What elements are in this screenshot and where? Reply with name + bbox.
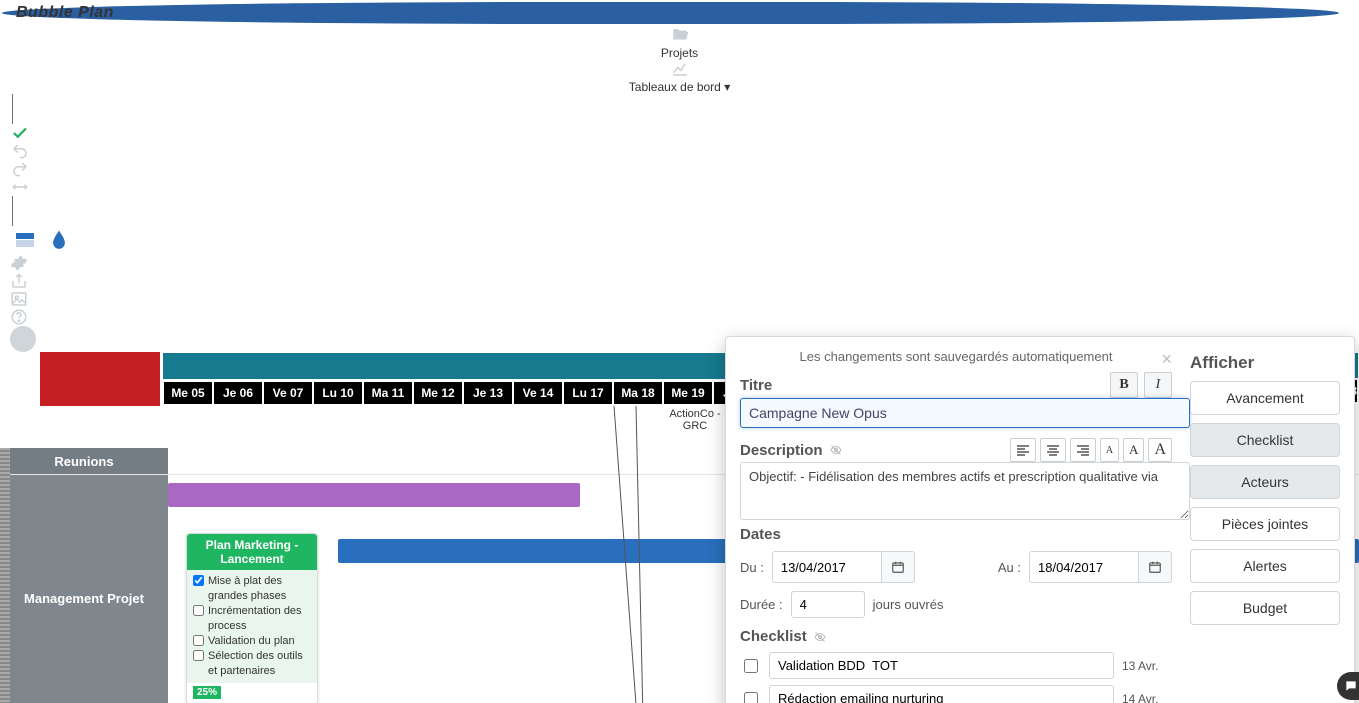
card-title: Plan Marketing - Lancement — [187, 534, 317, 570]
description-label: Description — [740, 442, 1004, 459]
topbar: Bubble Plan Projets Tableaux de bord ▾ — [0, 0, 1359, 352]
date-from-input[interactable] — [772, 551, 882, 583]
lane-reunions[interactable]: Reunions — [0, 448, 168, 474]
title-label: Titre — [740, 377, 1104, 394]
nav-projects[interactable]: Projets — [14, 26, 1345, 60]
title-input[interactable] — [740, 398, 1190, 428]
day-cell[interactable]: Lu 17 — [562, 380, 612, 406]
detail-panel: Les changements sont sauvegardés automat… — [725, 336, 1355, 703]
plan-check-3[interactable] — [193, 650, 204, 661]
plan-item-label: Validation du plan — [208, 634, 295, 649]
eye-off-icon[interactable] — [829, 444, 843, 456]
nav-dashboards[interactable]: Tableaux de bord ▾ — [14, 60, 1345, 94]
nav-dashboards-label: Tableaux de bord ▾ — [629, 80, 730, 94]
day-cell[interactable]: Me 12 — [412, 380, 462, 406]
font-medium-button[interactable]: A — [1123, 438, 1144, 462]
event-actionco[interactable]: ActionCo - GRC — [660, 408, 730, 432]
chk-date: 13 Avr. — [1122, 659, 1172, 673]
duree-input[interactable] — [791, 591, 865, 618]
date-to-picker[interactable] — [1139, 551, 1172, 583]
day-cell[interactable]: Ma 11 — [362, 380, 412, 406]
separator — [12, 196, 13, 226]
chat-bubble-icon[interactable] — [1337, 672, 1359, 700]
bold-button[interactable]: B — [1110, 372, 1138, 398]
chk-date: 14 Avr. — [1122, 692, 1172, 703]
user-avatar[interactable] — [10, 326, 36, 352]
plan-progress: 25% — [193, 686, 221, 699]
close-icon[interactable]: × — [1161, 349, 1172, 370]
day-cell[interactable]: Me 05 — [162, 380, 212, 406]
aff-pieces-jointes[interactable]: Pièces jointes — [1190, 507, 1340, 541]
day-cell[interactable]: Je 13 — [462, 380, 512, 406]
logo[interactable]: Bubble Plan — [0, 0, 1341, 26]
aff-avancement[interactable]: Avancement — [1190, 381, 1340, 415]
chk-0[interactable] — [744, 659, 758, 673]
lane-management[interactable]: Management Projet — [0, 475, 168, 703]
dates-label: Dates — [740, 526, 1172, 543]
drop-icon — [50, 229, 68, 251]
plan-item-label: Incrémentation des process — [208, 604, 311, 634]
calendar-icon — [891, 560, 905, 574]
help-icon[interactable] — [10, 308, 1349, 326]
aff-budget[interactable]: Budget — [1190, 591, 1340, 625]
share-icon[interactable] — [10, 272, 1349, 290]
undo-icon[interactable] — [10, 142, 1349, 160]
fit-width-icon[interactable] — [10, 178, 1349, 196]
au-label: Au : — [998, 560, 1021, 575]
font-small-button[interactable]: A — [1100, 438, 1119, 462]
calendar-icon — [1148, 560, 1162, 574]
font-large-button[interactable]: A — [1148, 438, 1172, 462]
nav-projects-label: Projets — [661, 46, 698, 60]
aff-alertes[interactable]: Alertes — [1190, 549, 1340, 583]
duree-unit: jours ouvrés — [873, 597, 944, 612]
calendar-icon — [16, 233, 34, 247]
settings-icon[interactable] — [10, 254, 1349, 272]
chk-1[interactable] — [744, 692, 758, 703]
eye-off-icon[interactable] — [813, 631, 827, 643]
picture-icon[interactable] — [10, 290, 1349, 308]
folder-open-icon — [670, 26, 690, 44]
row-handle[interactable] — [0, 448, 10, 703]
day-cell[interactable]: Ve 14 — [512, 380, 562, 406]
aff-acteurs[interactable]: Acteurs — [1190, 465, 1340, 499]
date-to-input[interactable] — [1029, 551, 1139, 583]
mode-calendar-button[interactable] — [11, 226, 39, 254]
checklist-label: Checklist — [740, 628, 1172, 645]
afficher-title: Afficher — [1190, 353, 1340, 373]
separator — [12, 94, 13, 124]
card-plan-marketing[interactable]: Plan Marketing - Lancement Mise à plat d… — [186, 533, 318, 703]
duree-label: Durée : — [740, 597, 783, 612]
day-cell[interactable]: Me 19 — [662, 380, 712, 406]
italic-button[interactable]: I — [1144, 372, 1172, 398]
plan-check-2[interactable] — [193, 635, 204, 646]
day-cell[interactable]: Lu 10 — [312, 380, 362, 406]
chart-line-icon — [670, 60, 690, 78]
align-center-button[interactable] — [1040, 438, 1066, 462]
du-label: Du : — [740, 560, 764, 575]
red-header-block — [40, 352, 160, 406]
day-cell[interactable]: Je 06 — [212, 380, 262, 406]
description-input[interactable]: Objectif: - Fidélisation des membres act… — [740, 462, 1190, 520]
task-purple-bar[interactable] — [168, 483, 580, 507]
plan-check-0[interactable] — [193, 575, 204, 586]
align-left-button[interactable] — [1010, 438, 1036, 462]
day-cell[interactable]: Ma 18 — [612, 380, 662, 406]
redo-icon[interactable] — [10, 160, 1349, 178]
day-cell[interactable]: Ve 07 — [262, 380, 312, 406]
align-right-button[interactable] — [1070, 438, 1096, 462]
chk-input-1[interactable] — [769, 685, 1114, 703]
autosave-text: Les changements sont sauvegardés automat… — [740, 349, 1172, 364]
mode-kanban-button[interactable] — [45, 226, 73, 254]
plan-item-label: Sélection des outils et partenaires — [208, 649, 311, 679]
plan-check-1[interactable] — [193, 605, 204, 616]
date-from-picker[interactable] — [882, 551, 915, 583]
aff-checklist[interactable]: Checklist — [1190, 423, 1340, 457]
validate-icon[interactable] — [10, 124, 1349, 142]
chk-input-0[interactable] — [769, 652, 1114, 679]
plan-item-label: Mise à plat des grandes phases — [208, 574, 311, 604]
